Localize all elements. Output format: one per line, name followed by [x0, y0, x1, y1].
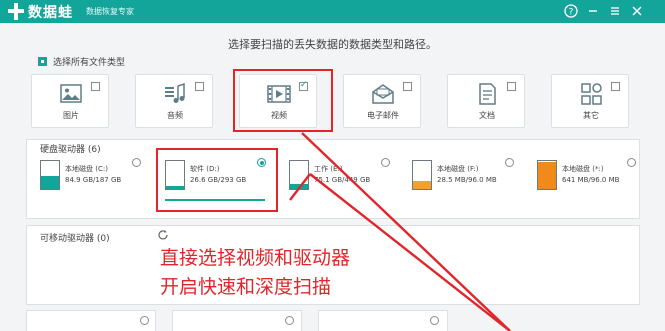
file-type-image[interactable]: 图片 — [31, 74, 109, 128]
file-type-email[interactable]: 电子邮件 — [343, 74, 421, 128]
app-logo-icon — [8, 3, 24, 20]
drive-item-other[interactable]: 本地磁盘 (*:) 641 MB/96.0 MB — [537, 154, 637, 204]
drive-name: 本地磁盘 (C:) — [65, 165, 108, 173]
help-icon[interactable]: ? — [562, 2, 580, 20]
audio-checkbox[interactable] — [195, 82, 204, 91]
drive-radio-c[interactable] — [132, 158, 141, 167]
drive-highlight-box — [156, 148, 278, 212]
menu-icon[interactable] — [606, 2, 624, 20]
select-all-label: 选择所有文件类型 — [53, 58, 126, 68]
file-type-label: 电子邮件 — [367, 111, 399, 120]
instruction-text: 选择要扫描的丢失数据的数据类型和路径。 — [228, 38, 437, 51]
document-icon — [479, 83, 496, 105]
image-checkbox[interactable] — [91, 82, 100, 91]
drive-size: 75.1 GB/449 GB — [314, 176, 371, 184]
drive-icon — [537, 160, 557, 190]
file-type-label: 其它 — [583, 111, 599, 120]
file-type-label: 图片 — [63, 111, 79, 120]
image-icon — [60, 84, 82, 103]
bottom-radio[interactable] — [430, 316, 439, 325]
file-type-audio[interactable]: 音频 — [135, 74, 213, 128]
email-checkbox[interactable] — [403, 82, 412, 91]
title-bar: 数据蛙 数据恢复专家 ? — [0, 0, 665, 23]
drive-size: 84.9 GB/187 GB — [65, 176, 122, 184]
app-subtitle: 数据恢复专家 — [86, 7, 134, 16]
close-icon[interactable] — [628, 2, 646, 20]
drive-radio-e[interactable] — [381, 158, 390, 167]
drive-name: 本地磁盘 (*:) — [562, 165, 604, 173]
drive-icon — [40, 160, 60, 190]
audio-icon — [165, 82, 185, 103]
drive-radio-f[interactable] — [505, 158, 514, 167]
drive-name: 工作 (E:) — [314, 165, 343, 173]
refresh-icon[interactable] — [157, 229, 169, 241]
drive-icon — [412, 160, 432, 190]
file-type-document[interactable]: 文档 — [447, 74, 525, 128]
select-all-checkbox[interactable] — [38, 57, 47, 66]
email-icon — [372, 84, 394, 104]
document-checkbox[interactable] — [507, 82, 516, 91]
file-type-label: 音频 — [167, 111, 183, 120]
bottom-card — [318, 310, 448, 331]
drive-size: 28.5 MB/96.0 MB — [437, 176, 497, 184]
other-checkbox[interactable] — [611, 82, 620, 91]
drive-name: 本地磁盘 (F:) — [437, 165, 479, 173]
minimize-icon[interactable] — [584, 2, 602, 20]
svg-text:?: ? — [569, 8, 574, 18]
annotation-line-2: 开启快速和深度扫描 — [160, 276, 332, 298]
app-name: 数据蛙 — [28, 5, 73, 21]
drive-size: 641 MB/96.0 MB — [562, 176, 620, 184]
drive-icon — [289, 160, 309, 190]
file-type-label: 文档 — [479, 111, 495, 120]
bottom-radio[interactable] — [140, 316, 149, 325]
bottom-radio[interactable] — [285, 316, 294, 325]
bottom-card — [172, 310, 302, 331]
removable-drive-section-title: 可移动驱动器 (0) — [40, 234, 110, 244]
video-highlight-box — [233, 69, 333, 132]
bottom-card — [26, 310, 156, 331]
select-all-file-types[interactable]: 选择所有文件类型 — [38, 55, 125, 68]
annotation-line-1: 直接选择视频和驱动器 — [160, 247, 351, 269]
drive-radio-other[interactable] — [627, 158, 636, 167]
file-type-other[interactable]: 其它 — [551, 74, 629, 128]
other-icon — [581, 83, 602, 105]
